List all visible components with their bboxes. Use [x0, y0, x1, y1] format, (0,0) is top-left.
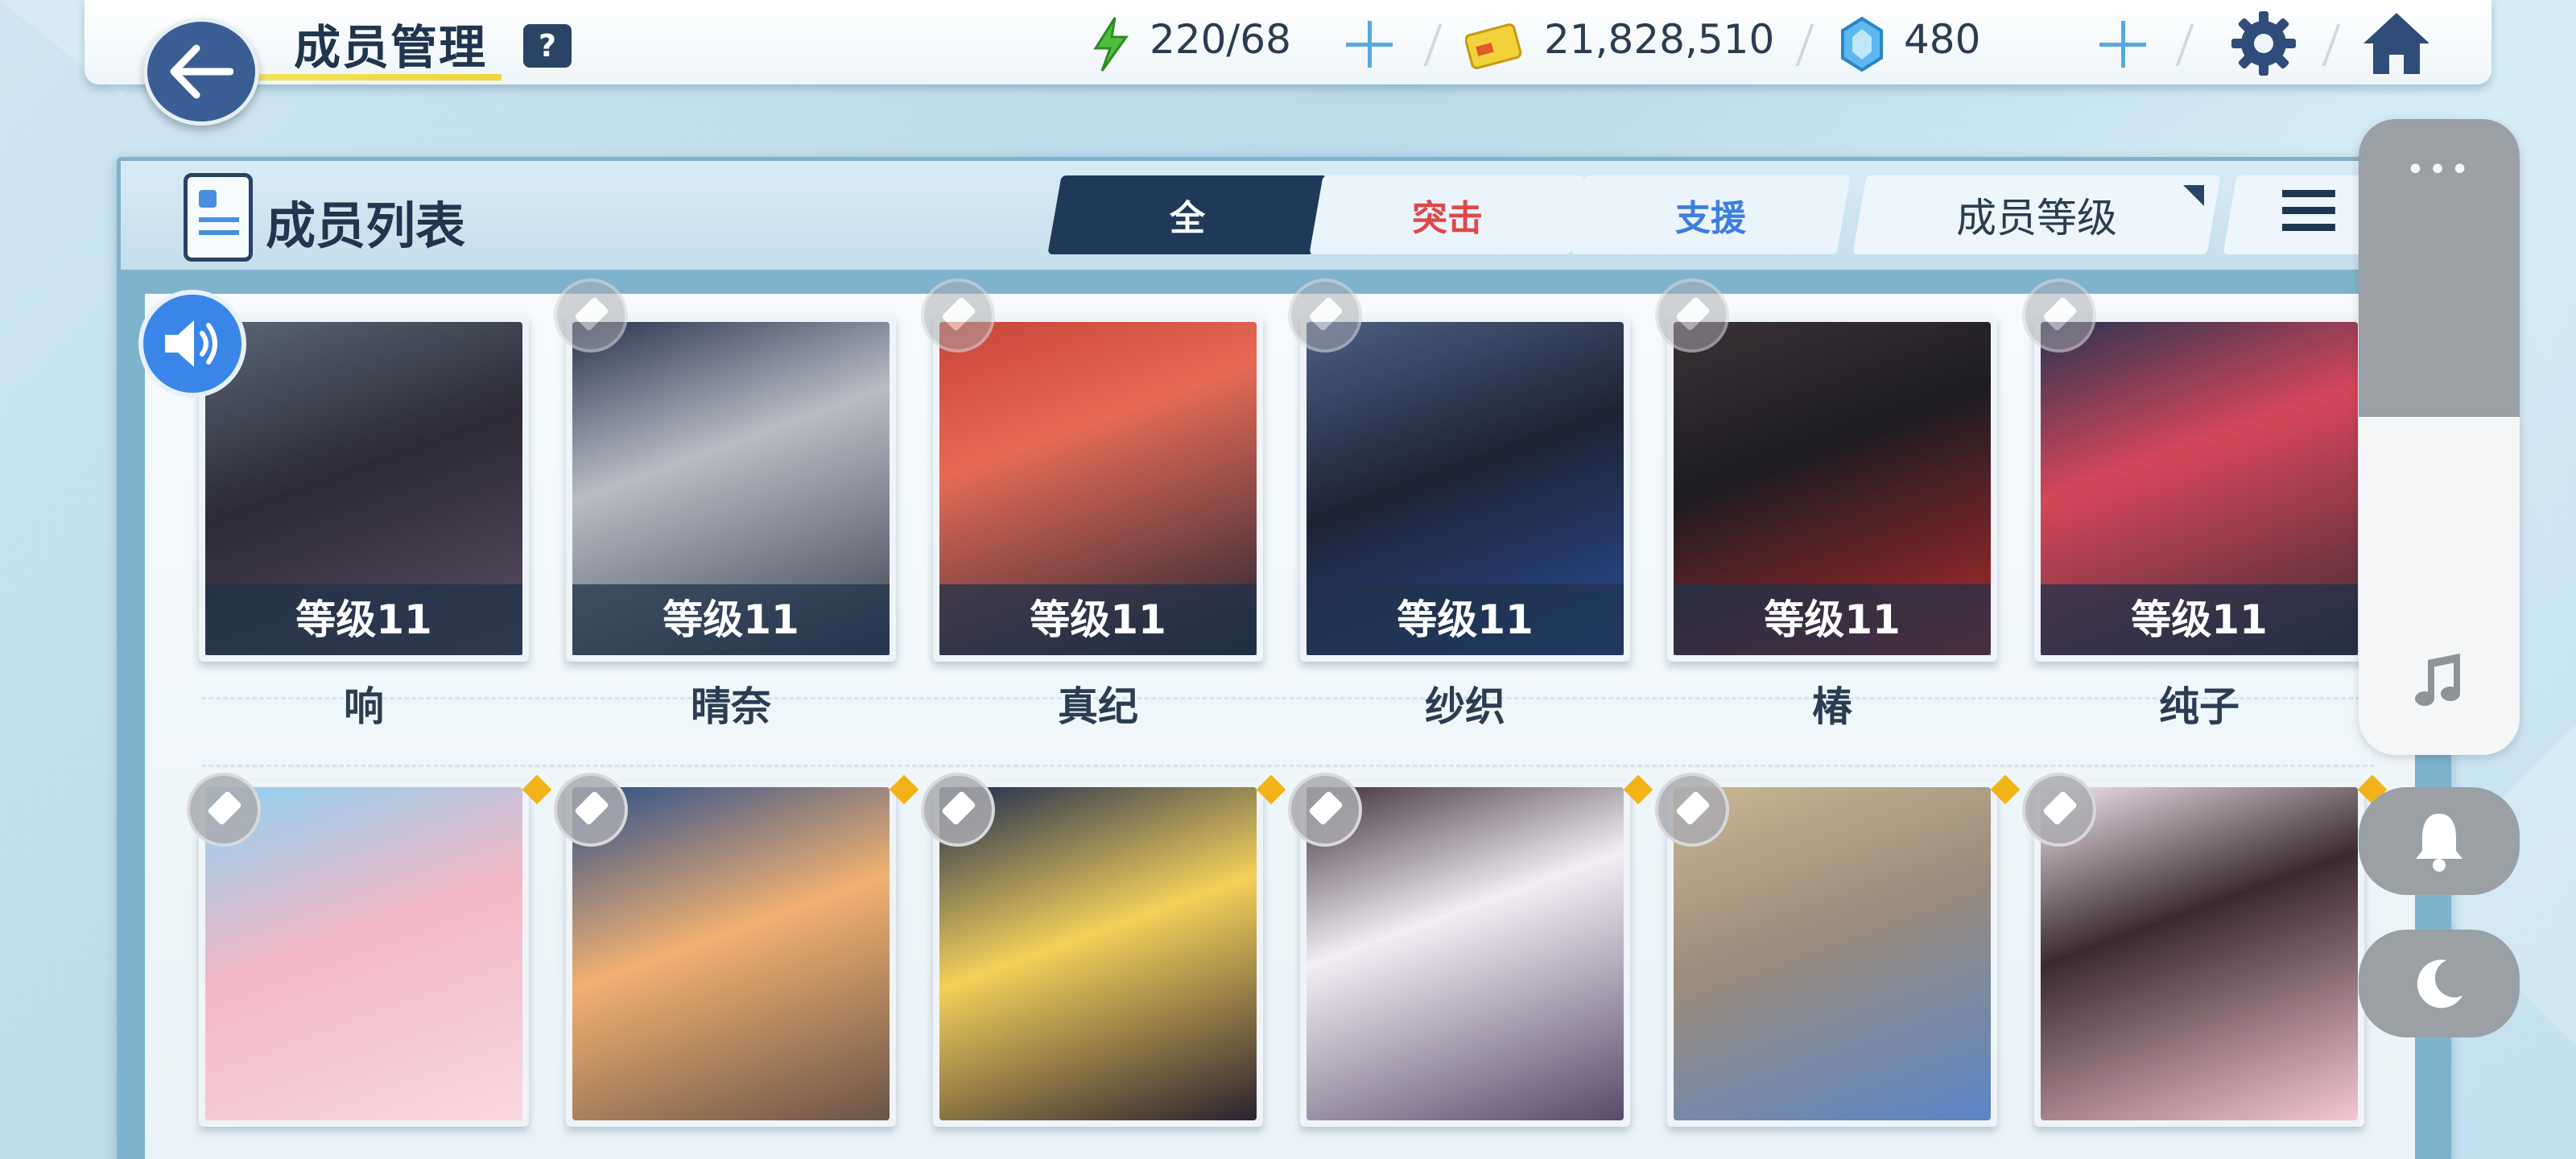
plus-icon[interactable] — [1341, 16, 1397, 72]
volume-slider[interactable]: ••• — [2359, 119, 2520, 755]
member-level: 等级11 — [939, 584, 1257, 655]
member-card[interactable]: 等级11 — [566, 316, 896, 662]
member-portrait — [1674, 787, 1991, 1120]
sort-label: 成员等级 — [1956, 195, 2117, 241]
gem-icon — [1841, 16, 1883, 72]
back-arrow-icon — [170, 44, 233, 99]
member-level: 等级11 — [572, 584, 890, 655]
pin-icon[interactable] — [2022, 773, 2096, 847]
back-button[interactable] — [143, 18, 259, 126]
stamina-value: 220/68 — [1150, 16, 1291, 63]
member-level: 等级11 — [1307, 584, 1624, 655]
member-name: 响 — [344, 683, 384, 730]
member-level: 等级11 — [205, 584, 522, 655]
tab-all[interactable]: 全 — [1047, 175, 1327, 254]
member-list-icon — [184, 173, 253, 262]
page-title: 成员管理 — [294, 20, 488, 75]
pin-icon[interactable] — [2022, 278, 2096, 353]
member-level: 等级11 — [2041, 584, 2358, 655]
tab-assault[interactable]: 突击 — [1309, 175, 1585, 254]
member-card[interactable]: 等级11 — [2034, 316, 2364, 662]
panel-title: 成员列表 — [266, 196, 466, 255]
member-card[interactable]: 等级11 — [1300, 316, 1630, 662]
dark-mode-button[interactable] — [2359, 930, 2520, 1037]
title-underline — [256, 74, 502, 80]
bell-icon — [2416, 814, 2462, 872]
member-name: 真纪 — [1058, 683, 1138, 730]
member-name: 纯子 — [2159, 683, 2240, 730]
member-card[interactable]: 等级11 — [933, 316, 1263, 662]
plus-icon[interactable] — [2095, 16, 2151, 72]
stamina-bolt-icon — [1093, 17, 1129, 72]
pin-icon[interactable] — [921, 278, 995, 353]
member-card[interactable]: 等级11 — [199, 316, 529, 662]
tab-label: 全 — [1170, 198, 1205, 239]
sound-toggle-button[interactable] — [138, 290, 246, 398]
divider — [201, 765, 2375, 767]
credits-value: 21,828,510 — [1544, 16, 1775, 63]
tab-label: 支援 — [1675, 198, 1746, 239]
hamburger-icon — [2282, 189, 2335, 231]
member-portrait — [205, 787, 522, 1120]
member-card[interactable]: 等级11 — [1667, 316, 1997, 662]
pin-icon[interactable] — [1655, 278, 1729, 353]
member-portrait — [2041, 787, 2358, 1120]
more-dots-icon[interactable]: ••• — [2359, 151, 2520, 188]
pin-icon[interactable] — [921, 773, 995, 847]
pin-icon[interactable] — [554, 773, 628, 847]
speaker-icon — [165, 320, 217, 367]
member-name: 椿 — [1812, 683, 1852, 730]
member-portrait — [572, 787, 890, 1120]
member-name: 纱织 — [1425, 683, 1505, 730]
chevron-down-icon — [2183, 185, 2204, 206]
pin-icon[interactable] — [1288, 278, 1362, 353]
pin-icon[interactable] — [1288, 773, 1362, 847]
member-level: 等级11 — [1674, 584, 1991, 655]
pin-icon[interactable] — [187, 773, 261, 847]
pin-icon[interactable] — [554, 278, 628, 353]
credit-card-icon — [1465, 23, 1522, 70]
music-note-icon — [2415, 654, 2460, 706]
member-portrait — [1307, 787, 1624, 1120]
gems-value: 480 — [1904, 16, 1981, 63]
gear-icon[interactable] — [2230, 10, 2297, 77]
moon-icon — [2417, 959, 2462, 1008]
member-portrait — [939, 787, 1257, 1120]
pin-icon[interactable] — [1655, 773, 1729, 847]
home-icon[interactable] — [2360, 10, 2433, 77]
bell-button[interactable] — [2359, 787, 2520, 895]
sort-dropdown[interactable]: 成员等级 — [1852, 175, 2221, 254]
tab-label: 突击 — [1411, 198, 1483, 239]
tab-support[interactable]: 支援 — [1571, 175, 1851, 254]
member-name: 晴奈 — [691, 683, 771, 730]
help-icon[interactable]: ? — [523, 24, 572, 68]
